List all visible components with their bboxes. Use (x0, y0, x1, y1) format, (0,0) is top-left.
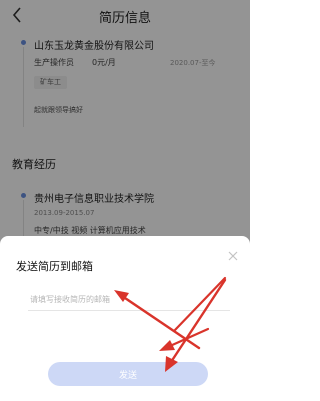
email-input[interactable] (28, 288, 230, 311)
resume-page: 简历信息 山东玉龙黄金股份有限公司 生产操作员 0元/月 2020.07-至今 … (0, 0, 250, 401)
send-button[interactable]: 发送 (48, 362, 208, 386)
dialog-title: 发送简历到邮箱 (16, 260, 93, 273)
send-resume-dialog: 发送简历到邮箱 发送 (0, 236, 250, 401)
close-icon[interactable] (226, 248, 240, 262)
